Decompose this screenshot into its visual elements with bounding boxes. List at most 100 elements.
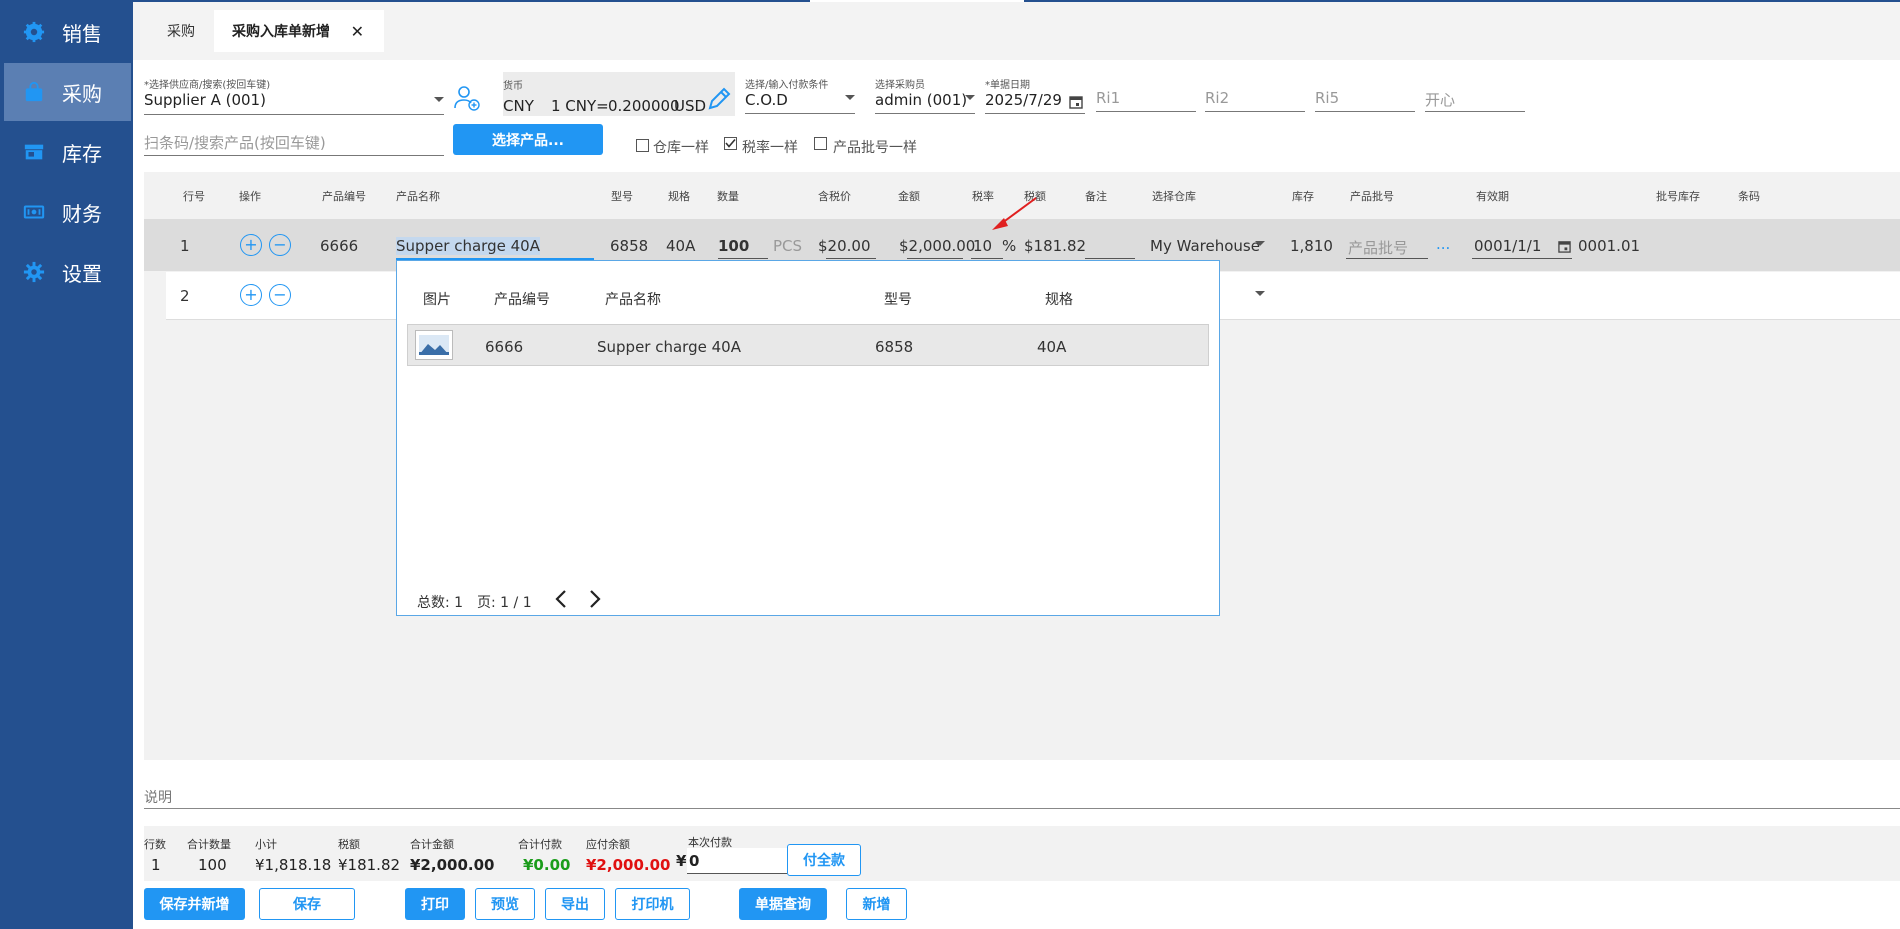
product-name-input[interactable]: Supper charge 40A — [396, 237, 540, 255]
sidebar-item-label: 采购 — [62, 81, 102, 106]
chevron-down-icon[interactable] — [1255, 291, 1265, 296]
supplier-input[interactable]: Supplier A (001) — [144, 91, 266, 109]
chevron-right-icon[interactable] — [587, 589, 603, 613]
sidebar-item-purchase[interactable]: 采购 — [4, 63, 131, 121]
col-header: 金额 — [898, 190, 920, 203]
save-button[interactable]: 保存 — [259, 888, 355, 920]
checkbox-same-tax-rate[interactable] — [724, 137, 737, 150]
chevron-down-icon[interactable] — [965, 95, 975, 100]
popup-product-model: 6858 — [875, 338, 914, 356]
popup-col-header: 规格 — [1045, 292, 1073, 308]
calendar-icon[interactable] — [1069, 95, 1083, 113]
summary-line-count: 1 — [151, 856, 161, 874]
tab-purchase[interactable]: 采购 — [150, 10, 212, 52]
new-button[interactable]: 新增 — [846, 888, 907, 920]
store-icon — [22, 140, 46, 164]
date-input[interactable]: 2025/7/29 — [985, 91, 1062, 109]
unit-price-input[interactable]: $20.00 — [818, 237, 871, 255]
popup-page-indicator: 页: 1 / 1 — [477, 595, 532, 611]
tab-purchase-receipt-new[interactable]: 采购入库单新增 ✕ — [214, 10, 384, 52]
chevron-down-icon[interactable] — [1255, 241, 1265, 246]
export-button[interactable]: 导出 — [545, 888, 605, 920]
pay-all-button[interactable]: 付全款 — [787, 844, 861, 876]
currency-code[interactable]: CNY — [503, 97, 534, 115]
notes-underline — [144, 808, 1900, 809]
sidebar-item-inventory[interactable]: 库存 — [4, 123, 131, 181]
ri5-input[interactable]: Ri5 — [1315, 89, 1339, 107]
gear-badge-icon — [22, 20, 46, 44]
supplier-label: *选择供应商/搜索(按回车键) — [144, 80, 271, 91]
quantity-input[interactable]: 100 — [718, 237, 749, 255]
add-row-button[interactable]: + — [240, 284, 262, 306]
shopping-bag-icon — [22, 80, 46, 104]
remove-row-button[interactable]: − — [269, 234, 291, 256]
expiry-date-input[interactable]: 0001/1/1 — [1474, 237, 1541, 255]
warehouse-select[interactable]: My Warehouse — [1150, 237, 1260, 255]
kaixin-input[interactable]: 开心 — [1425, 89, 1455, 110]
row-line-number: 1 — [180, 237, 190, 255]
checkbox-same-warehouse[interactable] — [636, 139, 649, 152]
summary-label: 合计金额 — [410, 838, 454, 851]
popup-col-header: 产品名称 — [605, 292, 661, 308]
chevron-down-icon[interactable] — [845, 95, 855, 100]
printer-button[interactable]: 打印机 — [615, 888, 690, 920]
col-header: 备注 — [1085, 190, 1107, 203]
col-header: 产品名称 — [396, 190, 440, 203]
tax-rate-underline — [971, 258, 1003, 259]
remove-row-button[interactable]: − — [269, 284, 291, 306]
sidebar-item-finance[interactable]: 财务 — [4, 183, 131, 241]
ri1-input[interactable]: Ri1 — [1096, 89, 1120, 107]
amount-underline — [907, 258, 963, 259]
batch-number-input[interactable]: 产品批号 — [1348, 237, 1408, 258]
exchange-rate-value[interactable]: 0.200000 — [608, 97, 680, 115]
checkbox-same-batch[interactable] — [814, 137, 827, 150]
chevron-down-icon[interactable] — [434, 97, 444, 102]
sidebar-item-label: 财务 — [62, 201, 102, 226]
popup-list-item[interactable] — [407, 324, 1209, 366]
summary-paid: ¥0.00 — [523, 856, 571, 874]
notes-input[interactable]: 说明 — [144, 787, 172, 807]
select-product-button[interactable]: 选择产品... — [453, 124, 603, 155]
summary-label: 合计数量 — [187, 838, 231, 851]
calendar-icon[interactable] — [1558, 240, 1571, 257]
expiry-underline — [1472, 258, 1572, 259]
ri2-input[interactable]: Ri2 — [1205, 89, 1229, 107]
col-header: 含税价 — [818, 190, 851, 203]
chevron-left-icon[interactable] — [553, 589, 569, 613]
add-supplier-icon[interactable] — [453, 84, 481, 116]
sidebar: 销售 采购 库存 财务 设置 — [0, 0, 133, 929]
gear-icon — [22, 260, 46, 284]
summary-label: 税额 — [338, 838, 360, 851]
add-row-button[interactable]: + — [240, 234, 262, 256]
product-code: 6666 — [320, 237, 359, 255]
exchange-rate-target: USD — [674, 97, 707, 115]
sidebar-item-sales[interactable]: 销售 — [4, 3, 131, 61]
tax-rate-input[interactable]: 10 — [973, 237, 992, 255]
print-button[interactable]: 打印 — [405, 888, 465, 920]
summary-tax: ¥181.82 — [338, 856, 401, 874]
kaixin-underline — [1425, 111, 1525, 112]
this-payment-input[interactable] — [687, 848, 787, 874]
sidebar-item-settings[interactable]: 设置 — [4, 243, 131, 301]
remark-input[interactable] — [1085, 258, 1135, 259]
batch-more-button[interactable]: ... — [1436, 235, 1450, 253]
amount-input[interactable]: $2,000.00 — [899, 237, 975, 255]
buyer-underline — [875, 113, 975, 114]
document-query-button[interactable]: 单据查询 — [739, 888, 827, 920]
popup-col-header: 产品编号 — [494, 292, 550, 308]
supplier-underline — [144, 114, 444, 115]
preview-button[interactable]: 预览 — [475, 888, 535, 920]
popup-total-count: 总数: 1 — [417, 595, 464, 611]
checkbox-label: 产品批号一样 — [833, 140, 917, 156]
save-and-new-button[interactable]: 保存并新增 — [144, 888, 245, 920]
ri1-underline — [1096, 111, 1196, 112]
pencil-icon[interactable] — [706, 86, 732, 116]
barcode-search-input[interactable]: 扫条码/搜索产品(按回车键) — [144, 132, 326, 153]
payment-terms-input[interactable]: C.O.D — [745, 91, 788, 109]
quantity-underline — [718, 258, 768, 259]
sidebar-item-label: 库存 — [62, 141, 102, 166]
checkbox-label: 税率一样 — [742, 140, 798, 156]
buyer-select[interactable]: admin (001) — [875, 91, 967, 109]
batch-underline — [1346, 258, 1428, 259]
close-icon[interactable]: ✕ — [351, 22, 364, 41]
